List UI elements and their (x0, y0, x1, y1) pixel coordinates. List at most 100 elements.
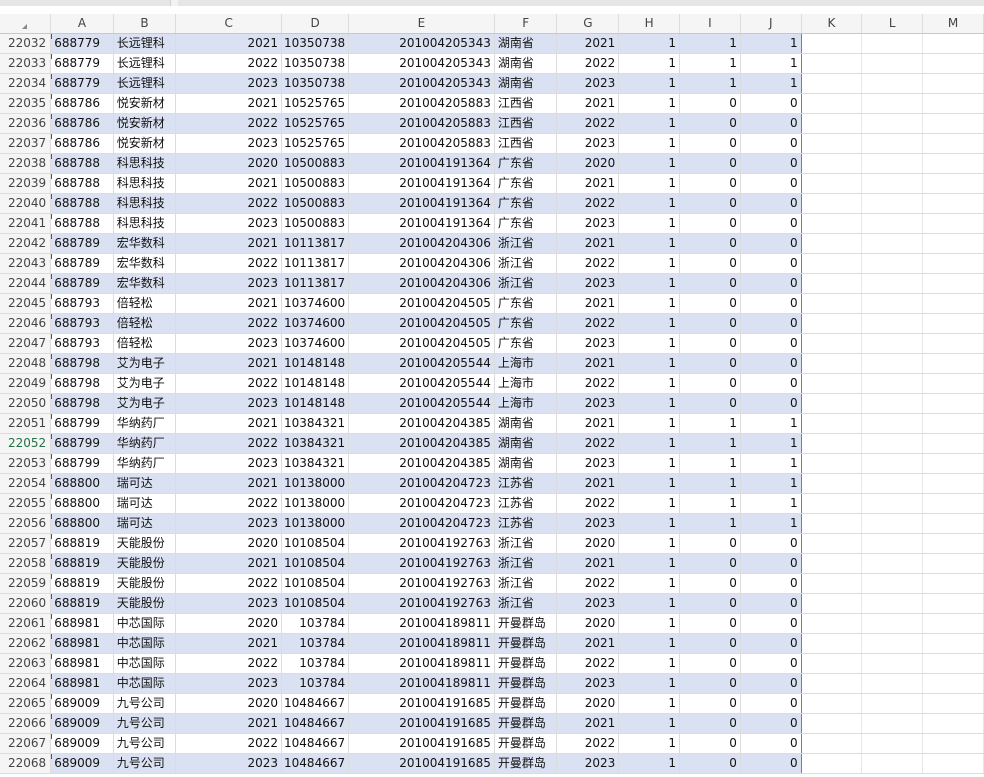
cell-A[interactable]: 688793 (50, 293, 114, 314)
cell-I[interactable]: 0 (679, 673, 741, 694)
cell-H[interactable]: 1 (618, 393, 681, 414)
cell-G[interactable]: 2022 (556, 573, 620, 594)
cell-F[interactable]: 湖南省 (494, 413, 558, 434)
cell-F[interactable]: 浙江省 (494, 573, 558, 594)
cell-A[interactable]: 688819 (50, 553, 114, 574)
cell-A[interactable]: 688981 (50, 673, 114, 694)
cell-K[interactable] (801, 553, 863, 574)
row-header[interactable]: 22049 (0, 373, 52, 394)
cell-D[interactable]: 10484667 (281, 753, 350, 774)
cell-B[interactable]: 长远锂科 (113, 53, 177, 74)
cell-H[interactable]: 1 (618, 273, 681, 294)
cell-C[interactable]: 2020 (175, 533, 283, 554)
cell-M[interactable] (922, 213, 984, 234)
cell-M[interactable] (922, 293, 984, 314)
cell-G[interactable]: 2020 (556, 153, 620, 174)
cell-H[interactable]: 1 (618, 293, 681, 314)
cell-F[interactable]: 浙江省 (494, 253, 558, 274)
cell-H[interactable]: 1 (618, 113, 681, 134)
cell-G[interactable]: 2021 (556, 353, 620, 374)
cell-J[interactable]: 0 (740, 533, 802, 554)
cell-M[interactable] (922, 153, 984, 174)
cell-D[interactable]: 10484667 (281, 713, 350, 734)
cell-J[interactable]: 0 (740, 593, 802, 614)
cell-E[interactable]: 201004204505 (348, 333, 495, 354)
cell-C[interactable]: 2021 (175, 173, 283, 194)
cell-E[interactable]: 201004205883 (348, 93, 495, 114)
cell-E[interactable]: 201004204505 (348, 293, 495, 314)
cell-J[interactable]: 0 (740, 213, 802, 234)
cell-L[interactable] (861, 693, 924, 714)
cell-L[interactable] (861, 253, 924, 274)
cell-G[interactable]: 2023 (556, 273, 620, 294)
cell-G[interactable]: 2021 (556, 633, 620, 654)
cell-F[interactable]: 江苏省 (494, 493, 558, 514)
cell-H[interactable]: 1 (618, 713, 681, 734)
cell-H[interactable]: 1 (618, 153, 681, 174)
row-header[interactable]: 22064 (0, 673, 52, 694)
cell-B[interactable]: 瑞可达 (113, 493, 177, 514)
cell-K[interactable] (801, 33, 863, 54)
cell-C[interactable]: 2022 (175, 53, 283, 74)
cell-J[interactable]: 0 (740, 393, 802, 414)
cell-D[interactable]: 10138000 (281, 513, 350, 534)
cell-H[interactable]: 1 (618, 493, 681, 514)
cell-J[interactable]: 1 (740, 473, 802, 494)
cell-K[interactable] (801, 513, 863, 534)
cell-I[interactable]: 1 (679, 53, 741, 74)
cell-B[interactable]: 长远锂科 (113, 73, 177, 94)
row-header[interactable]: 22037 (0, 133, 52, 154)
cell-G[interactable]: 2021 (556, 553, 620, 574)
cell-M[interactable] (922, 373, 984, 394)
column-header-L[interactable]: L (861, 14, 924, 34)
cell-J[interactable]: 1 (740, 513, 802, 534)
cell-B[interactable]: 瑞可达 (113, 473, 177, 494)
cell-I[interactable]: 0 (679, 693, 741, 714)
cell-G[interactable]: 2023 (556, 333, 620, 354)
cell-J[interactable]: 1 (740, 413, 802, 434)
cell-J[interactable]: 1 (740, 433, 802, 454)
row-header[interactable]: 22032 (0, 33, 52, 54)
cell-H[interactable]: 1 (618, 53, 681, 74)
cell-K[interactable] (801, 193, 863, 214)
cell-L[interactable] (861, 53, 924, 74)
cell-B[interactable]: 科思科技 (113, 153, 177, 174)
select-all-corner[interactable] (0, 14, 52, 34)
cell-J[interactable]: 0 (740, 173, 802, 194)
cell-E[interactable]: 201004204306 (348, 273, 495, 294)
cell-H[interactable]: 1 (618, 653, 681, 674)
cell-I[interactable]: 0 (679, 93, 741, 114)
cell-I[interactable]: 0 (679, 593, 741, 614)
cell-H[interactable]: 1 (618, 593, 681, 614)
cell-K[interactable] (801, 313, 863, 334)
cell-G[interactable]: 2022 (556, 113, 620, 134)
cell-A[interactable]: 688799 (50, 453, 114, 474)
cell-J[interactable]: 0 (740, 673, 802, 694)
row-header[interactable]: 22056 (0, 513, 52, 534)
row-header[interactable]: 22046 (0, 313, 52, 334)
cell-L[interactable] (861, 293, 924, 314)
cell-B[interactable]: 宏华数科 (113, 253, 177, 274)
cell-M[interactable] (922, 73, 984, 94)
cell-E[interactable]: 201004205883 (348, 133, 495, 154)
cell-L[interactable] (861, 213, 924, 234)
cell-F[interactable]: 开曼群岛 (494, 673, 558, 694)
cell-L[interactable] (861, 93, 924, 114)
cell-M[interactable] (922, 593, 984, 614)
row-header[interactable]: 22052 (0, 433, 52, 454)
row-header[interactable]: 22066 (0, 713, 52, 734)
cell-F[interactable]: 开曼群岛 (494, 693, 558, 714)
cell-B[interactable]: 宏华数科 (113, 233, 177, 254)
cell-M[interactable] (922, 613, 984, 634)
cell-F[interactable]: 广东省 (494, 293, 558, 314)
cell-J[interactable]: 0 (740, 253, 802, 274)
cell-E[interactable]: 201004191364 (348, 213, 495, 234)
cell-G[interactable]: 2020 (556, 533, 620, 554)
cell-J[interactable]: 0 (740, 273, 802, 294)
cell-M[interactable] (922, 673, 984, 694)
cell-M[interactable] (922, 453, 984, 474)
cell-M[interactable] (922, 513, 984, 534)
cell-F[interactable]: 湖南省 (494, 53, 558, 74)
cell-M[interactable] (922, 353, 984, 374)
row-header[interactable]: 22058 (0, 553, 52, 574)
